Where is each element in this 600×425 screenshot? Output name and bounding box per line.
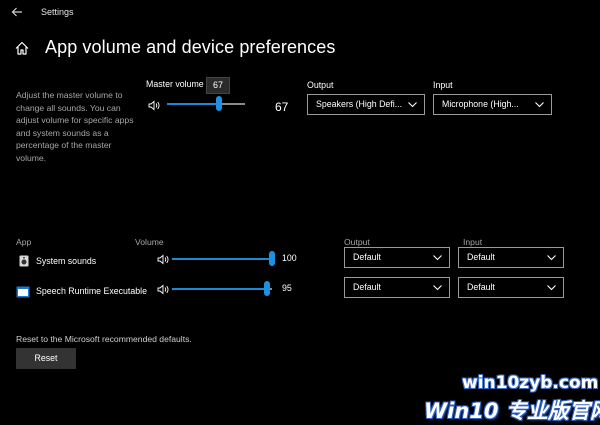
back-arrow-icon[interactable] xyxy=(10,5,24,19)
output-device-dropdown[interactable]: Speakers (High Defi... xyxy=(307,94,425,115)
speech-runtime-volume-thumb[interactable] xyxy=(264,281,270,296)
output-label: Output xyxy=(307,80,334,90)
speech-runtime-input-dropdown[interactable]: Default xyxy=(458,277,564,298)
master-volume-label: Master volume xyxy=(146,79,204,89)
master-volume-value: 67 xyxy=(275,100,289,114)
speech-runtime-volume-fill xyxy=(172,288,267,290)
speech-runtime-output-value: Default xyxy=(353,282,381,292)
home-icon[interactable] xyxy=(14,40,30,56)
system-sounds-output-value: Default xyxy=(353,252,381,262)
output-device-value: Speakers (High Defi... xyxy=(316,99,403,109)
app-name-speech-runtime: Speech Runtime Executable xyxy=(36,286,148,296)
system-sounds-volume-thumb[interactable] xyxy=(269,251,275,266)
master-volume-description: Adjust the master volume to change all s… xyxy=(16,90,134,163)
app-window-icon xyxy=(16,285,30,298)
app-name-system-sounds: System sounds xyxy=(36,256,97,266)
system-sounds-volume-slider[interactable] xyxy=(172,258,272,260)
reset-description: Reset to the Microsoft recommended defau… xyxy=(16,334,192,344)
system-sounds-output-dropdown[interactable]: Default xyxy=(344,247,450,268)
app-column-header: App xyxy=(16,237,32,247)
volume-column-header: Volume xyxy=(135,237,164,247)
chevron-down-icon xyxy=(433,255,442,261)
watermark-url: win10zyb.com xyxy=(462,373,599,393)
output-column-header: Output xyxy=(344,237,370,247)
system-sounds-input-value: Default xyxy=(467,252,495,262)
master-volume-tooltip: 67 xyxy=(206,77,230,94)
speech-runtime-volume-slider[interactable] xyxy=(172,288,272,290)
page-title: App volume and device preferences xyxy=(45,37,336,57)
master-volume-fill xyxy=(167,103,220,105)
system-sounds-input-dropdown[interactable]: Default xyxy=(458,247,564,268)
speech-runtime-input-value: Default xyxy=(467,282,495,292)
chevron-down-icon xyxy=(547,255,556,261)
master-volume-slider[interactable] xyxy=(167,103,245,105)
reset-button[interactable]: Reset xyxy=(16,348,76,369)
speech-runtime-output-dropdown[interactable]: Default xyxy=(344,277,450,298)
system-sounds-volume-value: 100 xyxy=(282,253,297,263)
input-device-dropdown[interactable]: Microphone (High... xyxy=(433,94,552,115)
input-label: Input xyxy=(433,80,453,90)
chevron-down-icon xyxy=(408,102,417,108)
input-device-value: Microphone (High... xyxy=(442,99,519,109)
speaker-icon[interactable] xyxy=(157,252,169,265)
chevron-down-icon xyxy=(547,285,556,291)
chevron-down-icon xyxy=(433,285,442,291)
speech-runtime-volume-value: 95 xyxy=(282,283,292,293)
system-sounds-icon xyxy=(18,254,30,267)
system-sounds-volume-fill xyxy=(172,258,272,260)
input-column-header: Input xyxy=(463,237,483,247)
speaker-icon[interactable] xyxy=(148,98,160,111)
speaker-icon[interactable] xyxy=(157,282,169,295)
chevron-down-icon xyxy=(535,102,544,108)
window-title: Settings xyxy=(41,7,74,17)
master-volume-thumb[interactable] xyxy=(216,96,223,111)
watermark-brand: Win10 专业版官网 xyxy=(424,399,600,423)
